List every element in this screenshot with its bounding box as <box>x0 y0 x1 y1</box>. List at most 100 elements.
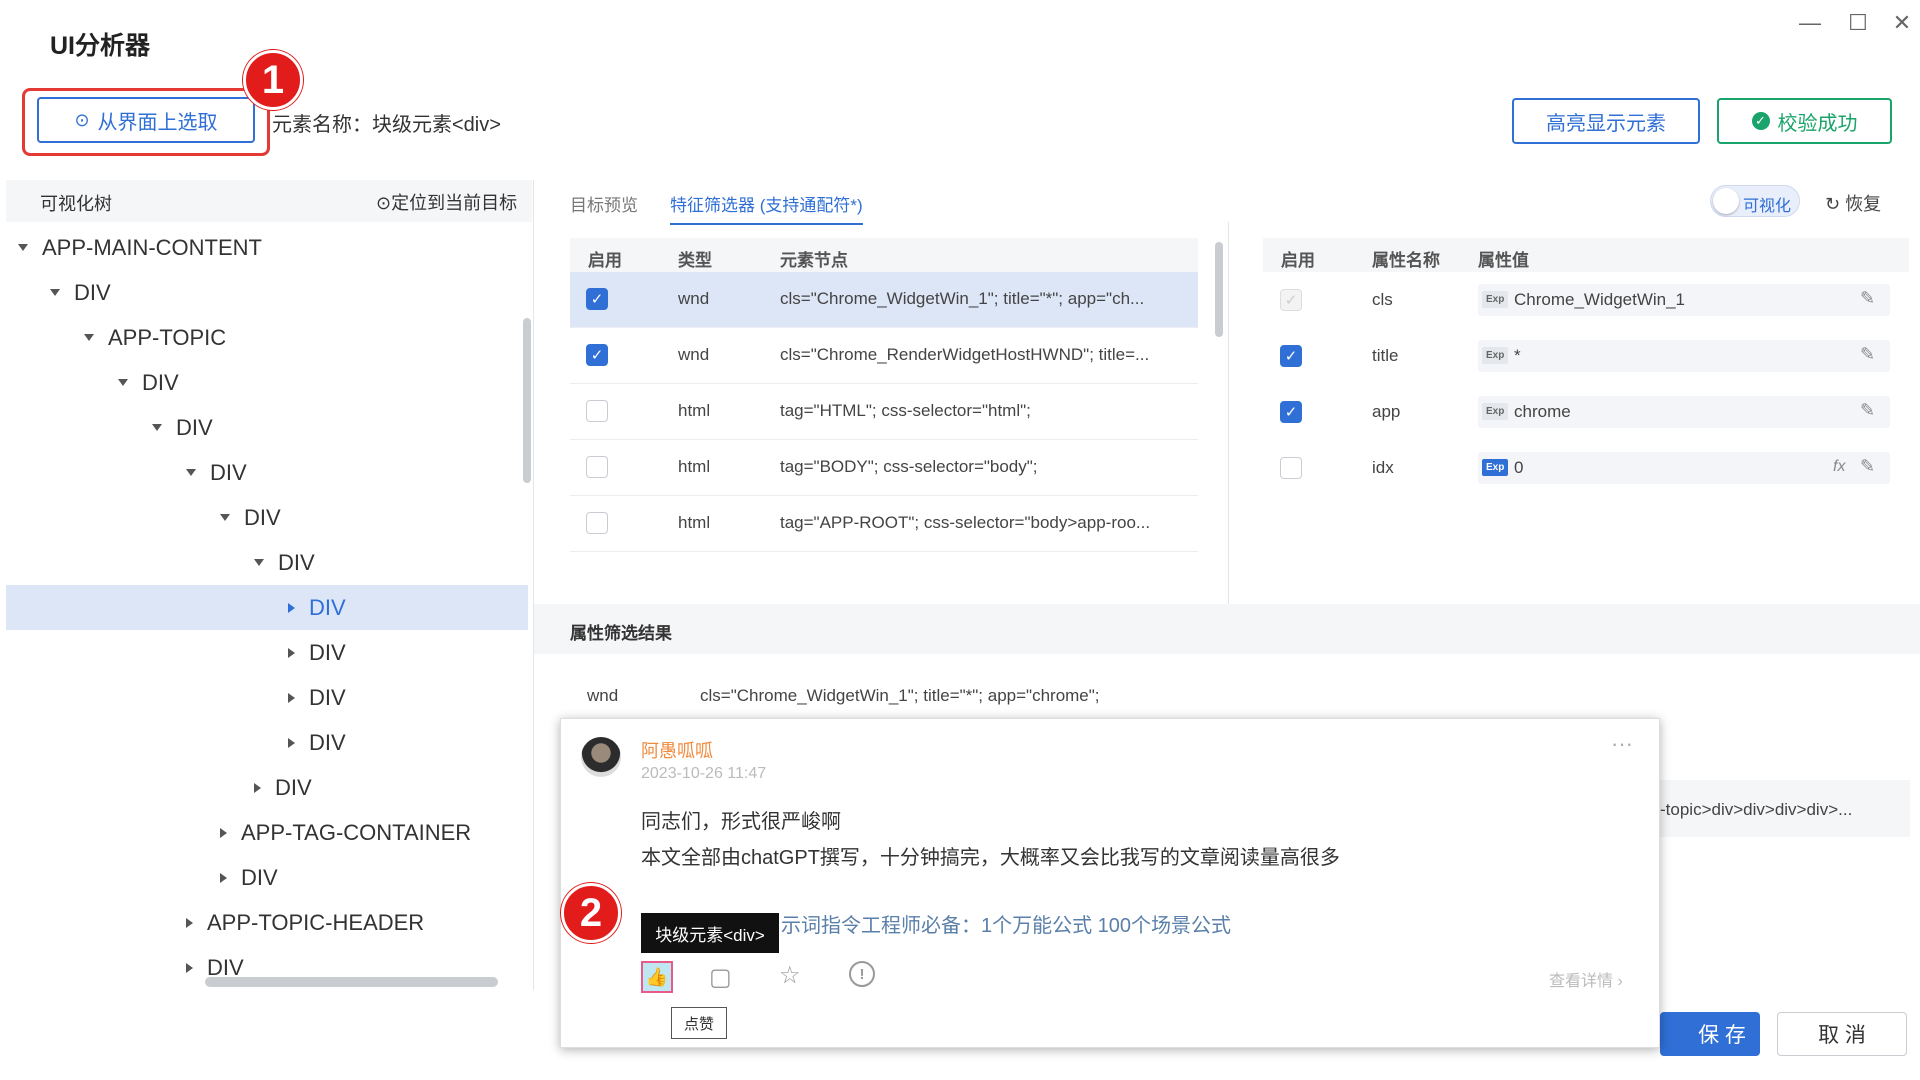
attr-value: * <box>1514 346 1521 365</box>
node-table-row[interactable]: html tag="BODY"; css-selector="body"; <box>570 440 1198 496</box>
tree-node[interactable]: DIV <box>6 855 528 900</box>
attr-value-field[interactable]: Exp chrome ✎ <box>1478 396 1890 428</box>
attr-value-field[interactable]: Exp 0 ✎ fx <box>1478 452 1890 484</box>
caret-right-icon[interactable] <box>254 782 261 793</box>
report-icon[interactable]: ! <box>849 961 875 987</box>
edit-icon[interactable]: ✎ <box>1860 288 1875 309</box>
tree-hscrollbar[interactable] <box>205 977 498 987</box>
caret-right-icon[interactable] <box>288 737 295 748</box>
attr-enable-checkbox[interactable]: ✓ <box>1280 401 1302 423</box>
tree-node-label: DIV <box>142 369 179 395</box>
tree-node[interactable]: APP-TOPIC <box>6 315 528 360</box>
post-link[interactable]: 示词指令工程师必备：1个万能公式 100个场景公式 <box>781 909 1231 938</box>
more-icon[interactable]: ··· <box>1611 731 1633 757</box>
node-table-scrollbar[interactable] <box>1215 242 1223 337</box>
edit-icon[interactable]: ✎ <box>1860 456 1875 477</box>
tree-node[interactable]: DIV <box>6 405 528 450</box>
tree-node-label: DIV <box>241 864 278 890</box>
restore-button[interactable]: ↻ 恢复 <box>1825 190 1881 216</box>
caret-right-icon[interactable] <box>288 647 295 658</box>
save-label: 保 存 <box>1698 1024 1746 1047</box>
caret-down-icon[interactable] <box>152 424 162 431</box>
attr-value-field[interactable]: Exp * ✎ <box>1478 340 1890 372</box>
edit-icon[interactable]: ✎ <box>1860 344 1875 365</box>
node-table-row[interactable]: ✓ wnd cls="Chrome_WidgetWin_1"; title="*";… <box>570 272 1198 328</box>
caret-down-icon[interactable] <box>50 289 60 296</box>
caret-down-icon[interactable] <box>18 244 28 251</box>
exp-toggle[interactable]: Exp <box>1482 347 1509 364</box>
exp-toggle[interactable]: Exp <box>1482 403 1509 420</box>
tree-node[interactable]: DIV <box>6 630 528 675</box>
caret-down-icon[interactable] <box>186 469 196 476</box>
attr-value-field[interactable]: Exp Chrome_WidgetWin_1 ✎ <box>1478 284 1890 316</box>
close-icon[interactable]: ✕ <box>1887 10 1917 36</box>
tree-node[interactable]: APP-TAG-CONTAINER <box>6 810 528 855</box>
exp-toggle[interactable]: Exp <box>1482 459 1509 476</box>
enable-checkbox[interactable]: ✓ <box>586 344 608 366</box>
result-type: wnd <box>587 686 619 705</box>
caret-down-icon[interactable] <box>254 559 264 566</box>
save-button[interactable]: 保 存 <box>1660 1012 1760 1056</box>
enable-checkbox[interactable]: ✓ <box>586 288 608 310</box>
tree-node[interactable]: DIV <box>6 540 528 585</box>
avatar[interactable] <box>581 737 621 777</box>
tree-node[interactable]: DIV <box>6 585 528 630</box>
col-type: 类型 <box>678 251 712 270</box>
tree-node[interactable]: APP-MAIN-CONTENT <box>6 225 528 270</box>
view-details-link[interactable]: 查看详情 › <box>1549 967 1623 991</box>
tree-vscrollbar[interactable] <box>523 318 531 483</box>
caret-right-icon[interactable] <box>186 917 193 928</box>
attr-value: 0 <box>1514 458 1524 477</box>
post-author[interactable]: 阿愚呱呱 <box>641 737 713 763</box>
tab-filter[interactable]: 特征筛选器 (支持通配符*) <box>670 191 863 225</box>
tree-node[interactable]: DIV <box>6 495 528 540</box>
ui-analyzer-window: UI分析器 — ☐ ✕ ⊙ 从界面上选取 1 元素名称：块级元素<div> 高亮… <box>0 0 1920 1080</box>
caret-right-icon[interactable] <box>220 872 227 883</box>
tab-preview[interactable]: 目标预览 <box>570 191 638 216</box>
edit-icon[interactable]: ✎ <box>1860 400 1875 421</box>
tree-node[interactable]: DIV <box>6 360 528 405</box>
attr-name: cls <box>1372 290 1393 309</box>
node-table-row[interactable]: html tag="APP-ROOT"; css-selector="body>a… <box>570 496 1198 552</box>
tree-node[interactable]: DIV <box>6 675 528 720</box>
caret-right-icon[interactable] <box>288 692 295 703</box>
visualize-toggle[interactable]: 可视化 <box>1710 185 1800 217</box>
attr-enable-checkbox[interactable] <box>1280 457 1302 479</box>
locate-current-target[interactable]: ⊙定位到当前目标 <box>376 189 517 215</box>
fx-icon[interactable]: fx <box>1833 458 1845 476</box>
tree-node[interactable]: DIV <box>6 765 528 810</box>
attr-name: app <box>1372 402 1401 421</box>
verify-success-button[interactable]: ✓ 校验成功 <box>1717 98 1892 144</box>
highlight-element-button[interactable]: 高亮显示元素 <box>1512 98 1700 144</box>
attr-enable-checkbox[interactable]: ✓ <box>1280 345 1302 367</box>
node-table-row[interactable]: ✓ wnd cls="Chrome_RenderWidgetHostHWND"; t… <box>570 328 1198 384</box>
toggle-knob <box>1713 188 1739 214</box>
caret-right-icon[interactable] <box>288 602 295 613</box>
exp-toggle[interactable]: Exp <box>1482 291 1509 308</box>
post-time: 2023-10-26 11:47 <box>641 765 767 782</box>
enable-checkbox[interactable] <box>586 400 608 422</box>
maximize-icon[interactable]: ☐ <box>1843 10 1873 36</box>
enable-checkbox[interactable] <box>586 456 608 478</box>
caret-right-icon[interactable] <box>220 827 227 838</box>
comment-icon[interactable]: ▢ <box>709 963 732 992</box>
caret-down-icon[interactable] <box>220 514 230 521</box>
caret-right-icon[interactable] <box>186 962 193 973</box>
view-details-label: 查看详情 <box>1549 973 1614 990</box>
tree-title: 可视化树 <box>40 194 112 214</box>
divider <box>533 180 534 990</box>
attr-enable-checkbox: ✓ <box>1280 289 1302 311</box>
cancel-button[interactable]: 取 消 <box>1777 1012 1907 1056</box>
tree-node[interactable]: APP-TOPIC-HEADER <box>6 900 528 945</box>
tree-node[interactable]: DIV <box>6 720 528 765</box>
node-type: html <box>678 401 711 420</box>
tree-node[interactable]: DIV <box>6 450 528 495</box>
star-icon[interactable]: ☆ <box>779 961 801 990</box>
like-icon[interactable]: 👍 <box>641 961 673 993</box>
caret-down-icon[interactable] <box>84 334 94 341</box>
tree-node[interactable]: DIV <box>6 270 528 315</box>
caret-down-icon[interactable] <box>118 379 128 386</box>
minimize-icon[interactable]: — <box>1795 10 1825 36</box>
enable-checkbox[interactable] <box>586 512 608 534</box>
node-table-row[interactable]: html tag="HTML"; css-selector="html"; <box>570 384 1198 440</box>
